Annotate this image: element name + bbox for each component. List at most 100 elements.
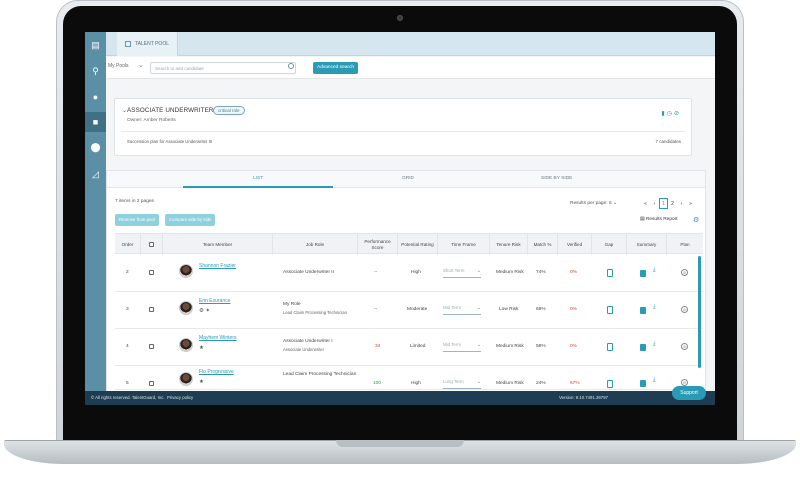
col-job-role[interactable]: Job Role	[273, 234, 358, 255]
my-pools-select[interactable]: My Pools	[108, 63, 129, 69]
app-footer: © All rights reserved. TalentGuard, Inc.…	[85, 391, 715, 405]
col-time-frame[interactable]: Time Frame	[438, 234, 490, 255]
summary-icon[interactable]	[640, 307, 646, 314]
download-icon[interactable]: ⤓	[653, 267, 656, 274]
member-name-link[interactable]: Shannon Frazier	[199, 263, 236, 269]
icon-rail: ▤ ⚲ ● ■ ⬤ ◿	[85, 32, 106, 405]
tab-talent-pool-label: TALENT POOL	[135, 41, 169, 47]
gap-report-icon[interactable]	[607, 269, 613, 277]
potential-rating: Moderate	[407, 307, 428, 312]
table-row[interactable]: 3 Erin Esurance ⚙ ✦ My Role Lead Claim P…	[115, 292, 703, 329]
page-2-button[interactable]: 2	[668, 201, 677, 207]
prev-page-icon[interactable]: ‹	[650, 201, 659, 207]
next-page-icon[interactable]: ›	[677, 201, 686, 207]
avatar	[179, 338, 193, 352]
col-tenure-risk[interactable]: Tenure Risk	[490, 234, 528, 255]
search-icon[interactable]	[288, 63, 294, 69]
row-order: 3	[126, 307, 129, 312]
people-icon[interactable]: ●	[90, 92, 101, 103]
verified-percent: 0%	[570, 307, 577, 312]
candidate-search-input[interactable]: Search to add candidate	[150, 62, 296, 74]
select-all-checkbox[interactable]	[149, 242, 154, 247]
download-icon[interactable]: ⤓	[653, 377, 656, 384]
scrollbar-thumb[interactable]	[698, 256, 701, 368]
results-report-link[interactable]: ▤ Results Report	[640, 217, 678, 222]
plan-icon[interactable]: ⊘	[681, 306, 688, 313]
plan-icon[interactable]: ⊘	[681, 269, 688, 276]
chevron-down-icon[interactable]: ⌄	[138, 61, 144, 69]
footer-version: Version: 9.10.7491.39797	[559, 395, 608, 400]
potential-rating: High	[411, 270, 421, 275]
tab-grid[interactable]: GRID	[402, 176, 414, 181]
tab-talent-pool[interactable]: TALENT POOL	[117, 32, 178, 56]
table-row[interactable]: 2 Shannon Frazier Associate Underwriter …	[115, 255, 703, 292]
candidate-count: 7 candidates	[655, 139, 681, 144]
advanced-search-button[interactable]: Advanced search	[313, 62, 359, 74]
tenure-risk: Medium Risk	[496, 344, 524, 349]
location-icon[interactable]: ⬤	[90, 142, 101, 153]
compare-side-by-side-button[interactable]: Compare side by side	[165, 214, 216, 226]
gear-icon[interactable]: ⚙	[693, 216, 699, 224]
member-name-link[interactable]: Flo Progressive	[199, 369, 234, 375]
download-icon[interactable]: ⤓	[653, 304, 656, 311]
chevron-down-icon: ⌄	[476, 342, 481, 348]
page-1-button[interactable]: 1	[659, 198, 668, 209]
row-checkbox[interactable]	[149, 344, 154, 349]
performance-score: 100	[373, 381, 382, 386]
tab-side-by-side[interactable]: SIDE BY SIDE	[541, 176, 572, 181]
match-percent: 24%	[536, 381, 546, 386]
first-page-icon[interactable]: «	[641, 201, 650, 207]
summary-icon[interactable]	[640, 270, 646, 277]
col-potential[interactable]: Potential Rating	[398, 234, 438, 255]
member-name-link[interactable]: Erin Esurance	[199, 298, 230, 304]
privacy-policy-link[interactable]: Privacy policy	[167, 395, 193, 400]
row-order: 5	[126, 381, 129, 386]
member-name-link[interactable]: Mayhem Winters	[199, 335, 237, 341]
download-icon[interactable]: ⤓	[653, 341, 656, 348]
col-order[interactable]: Order	[115, 234, 141, 255]
time-frame-select[interactable]: Long Term ⌄	[443, 379, 481, 389]
row-checkbox[interactable]	[149, 307, 154, 312]
results-per-page-label: Results per page: 6 ⌄	[570, 201, 617, 206]
app-screen: ▤ ⚲ ● ■ ⬤ ◿ TALENT POOL My Pools ⌄ Searc…	[85, 32, 715, 405]
last-page-icon[interactable]: »	[686, 201, 695, 207]
webcam	[397, 15, 403, 21]
remove-from-pool-button[interactable]: Remove from pool	[115, 214, 159, 226]
col-verified[interactable]: Verified	[558, 234, 592, 255]
col-match[interactable]: Match %	[528, 234, 558, 255]
summary-icon[interactable]	[640, 344, 646, 351]
verified-percent: 0%	[570, 270, 577, 275]
col-performance[interactable]: Performance Score	[358, 234, 398, 255]
document-icon[interactable]: ▤	[90, 40, 101, 51]
plan-icon[interactable]: ⊘	[681, 343, 688, 350]
talent-pool-icon[interactable]: ■	[90, 117, 101, 128]
avatar	[179, 372, 193, 386]
table-row[interactable]: 5 Flo Progressive ★ Lead Claim Processin…	[115, 366, 703, 390]
summary-icon[interactable]	[640, 380, 646, 387]
time-frame-select[interactable]: Mid Term ⌄	[443, 342, 481, 352]
chevron-down-icon: ⌄	[476, 268, 481, 274]
performance-score: --	[374, 307, 378, 312]
rpp-select[interactable]: 6	[609, 201, 612, 206]
job-role: Lead Claim Processing Technician	[283, 372, 357, 377]
star-icon: ★	[199, 379, 204, 385]
time-frame-select[interactable]: Mid Term ⌄	[443, 305, 481, 315]
role-actions-icons[interactable]: ▮◷⊘	[661, 110, 681, 117]
row-checkbox[interactable]	[149, 270, 154, 275]
performance-score: --	[374, 270, 378, 275]
row-order: 2	[126, 270, 129, 275]
table-row[interactable]: 4 Mayhem Winters ★ Associate Underwriter…	[115, 329, 703, 366]
chart-icon[interactable]: ◿	[90, 169, 101, 180]
gap-report-icon[interactable]	[607, 380, 613, 388]
gap-report-icon[interactable]	[607, 343, 613, 351]
col-team-member[interactable]: Team Member	[163, 234, 273, 255]
row-checkbox[interactable]	[149, 381, 154, 386]
gap-report-icon[interactable]	[607, 306, 613, 314]
plan-icon[interactable]: ⊘	[681, 379, 688, 386]
time-frame-select[interactable]: Short Term ⌄	[443, 268, 481, 278]
support-button[interactable]: Support	[672, 386, 706, 400]
org-chart-icon[interactable]: ⚲	[90, 66, 101, 77]
tab-list[interactable]: LIST	[253, 176, 263, 181]
match-percent: 74%	[536, 270, 546, 275]
col-summary: Summary	[627, 234, 667, 255]
